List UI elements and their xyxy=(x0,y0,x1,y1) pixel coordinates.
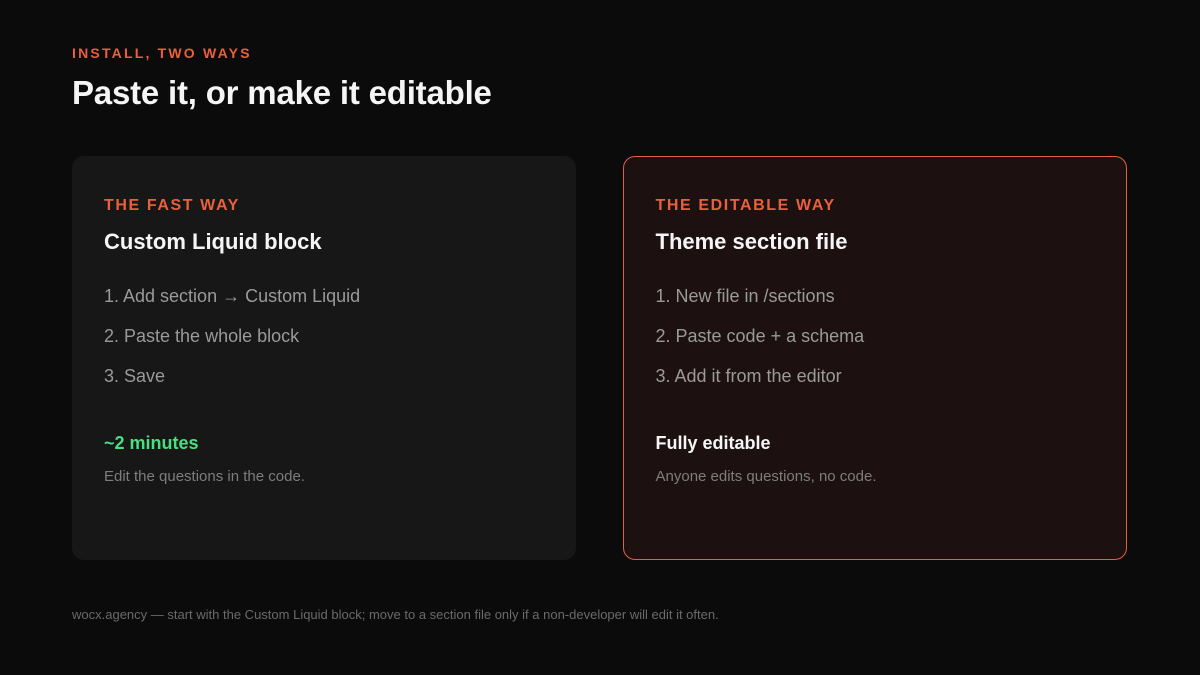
step-item: 2. Paste code + a schema xyxy=(655,326,865,346)
step-item: 2. Paste the whole block xyxy=(104,326,300,346)
step-item: 1. Add section → Custom Liquid xyxy=(104,286,361,306)
step-item: 3. Save xyxy=(104,366,166,386)
step-item: 1. New file in /sections xyxy=(655,286,835,306)
editable-way-card: THE EDITABLE WAY Theme section file 1. N… xyxy=(623,156,1127,560)
result-label: ~2 minutes xyxy=(104,433,199,453)
result-note: Edit the questions in the code. xyxy=(104,468,305,485)
card-title: Theme section file xyxy=(655,229,848,254)
page-title: Paste it, or make it editable xyxy=(72,74,492,111)
section-eyebrow: INSTALL, TWO WAYS xyxy=(72,45,252,61)
result-label: Fully editable xyxy=(655,433,771,453)
card-eyebrow: THE EDITABLE WAY xyxy=(655,197,836,214)
step-item: 3. Add it from the editor xyxy=(655,366,842,386)
card-eyebrow: THE FAST WAY xyxy=(104,197,240,214)
footer-note: wocx.agency — start with the Custom Liqu… xyxy=(72,607,719,622)
step-list: 1. Add section → Custom Liquid 2. Paste … xyxy=(104,285,544,405)
fast-way-card: THE FAST WAY Custom Liquid block 1. Add … xyxy=(72,156,576,560)
card-title: Custom Liquid block xyxy=(104,229,322,254)
slide: INSTALL, TWO WAYS Paste it, or make it e… xyxy=(0,0,1200,675)
step-list: 1. New file in /sections 2. Paste code +… xyxy=(656,285,1096,405)
result-note: Anyone edits questions, no code. xyxy=(655,468,877,485)
